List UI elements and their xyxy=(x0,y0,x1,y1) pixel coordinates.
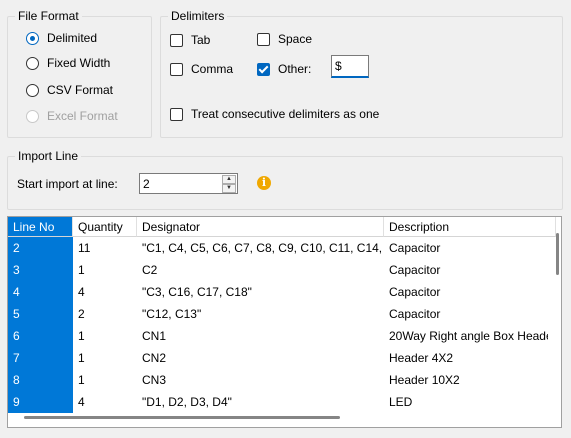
cell-line-no[interactable]: 5 xyxy=(8,303,73,325)
checkbox-comma[interactable]: Comma xyxy=(170,60,233,78)
cell-line-no[interactable]: 4 xyxy=(8,281,73,303)
cell-quantity[interactable]: 1 xyxy=(73,259,137,281)
cell-designator[interactable]: "C12, C13" xyxy=(137,303,384,325)
table-row[interactable]: 5 2 "C12, C13" Capacitor xyxy=(8,303,548,325)
checkbox-consecutive-label: Treat consecutive delimiters as one xyxy=(191,107,380,121)
cell-description[interactable]: Capacitor xyxy=(384,281,548,303)
table-row[interactable]: 7 1 CN2 Header 4X2 xyxy=(8,347,548,369)
table-row[interactable]: 8 1 CN3 Header 10X2 xyxy=(8,369,548,391)
cell-quantity[interactable]: 4 xyxy=(73,281,137,303)
column-header-line-no[interactable]: Line No xyxy=(8,217,73,237)
column-header-designator[interactable]: Designator xyxy=(137,217,384,237)
radio-delimited-button[interactable] xyxy=(26,31,39,45)
cell-line-no[interactable]: 6 xyxy=(8,325,73,347)
cell-quantity[interactable]: 1 xyxy=(73,325,137,347)
checkbox-other-label: Other: xyxy=(278,62,312,76)
cell-quantity[interactable]: 4 xyxy=(73,391,137,413)
horizontal-scrollbar[interactable] xyxy=(24,416,340,419)
cell-line-no[interactable]: 2 xyxy=(8,237,73,259)
checkbox-tab-label: Tab xyxy=(191,33,211,47)
cell-line-no[interactable]: 8 xyxy=(8,369,73,391)
import-line-title: Import Line xyxy=(15,148,82,164)
cell-designator[interactable]: CN1 xyxy=(137,325,384,347)
stepper-up-button[interactable]: ▲ xyxy=(222,175,236,184)
cell-description[interactable]: 20Way Right angle Box Heade xyxy=(384,325,548,347)
radio-fixed-width-button[interactable] xyxy=(26,56,39,70)
cell-quantity[interactable]: 1 xyxy=(73,347,137,369)
cell-designator[interactable]: "D1, D2, D3, D4" xyxy=(137,391,384,413)
checkbox-consecutive-box[interactable] xyxy=(170,107,183,121)
start-import-value[interactable]: 2 xyxy=(143,177,150,191)
radio-csv-format-label: CSV Format xyxy=(47,83,114,97)
delimiters-title: Delimiters xyxy=(168,8,228,24)
cell-quantity[interactable]: 1 xyxy=(73,369,137,391)
table-row[interactable]: 3 1 C2 Capacitor xyxy=(8,259,548,281)
start-import-stepper[interactable]: 2 ▲ ▼ xyxy=(139,173,238,194)
info-icon[interactable]: i xyxy=(257,176,271,190)
cell-line-no[interactable]: 9 xyxy=(8,391,73,413)
cell-designator[interactable]: C2 xyxy=(137,259,384,281)
radio-delimited[interactable]: Delimited xyxy=(26,29,97,47)
checkbox-space[interactable]: Space xyxy=(257,30,312,48)
checkbox-consecutive[interactable]: Treat consecutive delimiters as one xyxy=(170,105,379,123)
radio-excel-format: Excel Format xyxy=(26,107,118,125)
start-import-label: Start import at line: xyxy=(17,177,118,191)
cell-description[interactable]: Header 10X2 xyxy=(384,369,548,391)
radio-fixed-width-label: Fixed Width xyxy=(47,56,111,70)
column-header-quantity[interactable]: Quantity xyxy=(73,217,137,237)
table-row[interactable]: 4 4 "C3, C16, C17, C18" Capacitor xyxy=(8,281,548,303)
cell-designator[interactable]: "C1, C4, C5, C6, C7, C8, C9, C10, C11, C… xyxy=(137,237,384,259)
radio-fixed-width[interactable]: Fixed Width xyxy=(26,54,110,72)
checkbox-space-box[interactable] xyxy=(257,32,270,46)
checkbox-comma-box[interactable] xyxy=(170,62,183,76)
cell-line-no[interactable]: 3 xyxy=(8,259,73,281)
cell-designator[interactable]: CN3 xyxy=(137,369,384,391)
cell-quantity[interactable]: 2 xyxy=(73,303,137,325)
table-row[interactable]: 2 11 "C1, C4, C5, C6, C7, C8, C9, C10, C… xyxy=(8,237,548,259)
cell-designator[interactable]: "C3, C16, C17, C18" xyxy=(137,281,384,303)
table-row[interactable]: 6 1 CN1 20Way Right angle Box Heade xyxy=(8,325,548,347)
stepper-down-button[interactable]: ▼ xyxy=(222,184,236,193)
stepper-buttons: ▲ ▼ xyxy=(222,175,236,193)
radio-delimited-label: Delimited xyxy=(47,31,98,45)
cell-description[interactable]: Header 4X2 xyxy=(384,347,548,369)
cell-quantity[interactable]: 11 xyxy=(73,237,137,259)
cell-description[interactable]: Capacitor xyxy=(384,303,548,325)
cell-line-no[interactable]: 7 xyxy=(8,347,73,369)
column-header-description[interactable]: Description xyxy=(384,217,556,237)
file-format-title: File Format xyxy=(15,8,82,24)
checkbox-tab[interactable]: Tab xyxy=(170,31,210,49)
cell-description[interactable]: LED xyxy=(384,391,548,413)
vertical-scrollbar[interactable] xyxy=(556,233,559,275)
table-row[interactable]: 9 4 "D1, D2, D3, D4" LED xyxy=(8,391,548,413)
other-delimiter-input[interactable]: $ xyxy=(331,55,369,78)
radio-excel-format-label: Excel Format xyxy=(47,109,118,123)
checkbox-comma-label: Comma xyxy=(191,62,234,76)
radio-csv-format[interactable]: CSV Format xyxy=(26,81,113,99)
checkbox-other[interactable]: Other: xyxy=(257,60,311,78)
cell-designator[interactable]: CN2 xyxy=(137,347,384,369)
checkbox-tab-box[interactable] xyxy=(170,33,183,47)
cell-description[interactable]: Capacitor xyxy=(384,259,548,281)
preview-grid[interactable]: Line No Quantity Designator Description … xyxy=(7,216,562,428)
cell-description[interactable]: Capacitor xyxy=(384,237,548,259)
checkbox-other-box[interactable] xyxy=(257,62,270,76)
radio-csv-format-button[interactable] xyxy=(26,83,39,97)
checkbox-space-label: Space xyxy=(278,32,313,46)
radio-excel-format-button xyxy=(26,109,39,123)
